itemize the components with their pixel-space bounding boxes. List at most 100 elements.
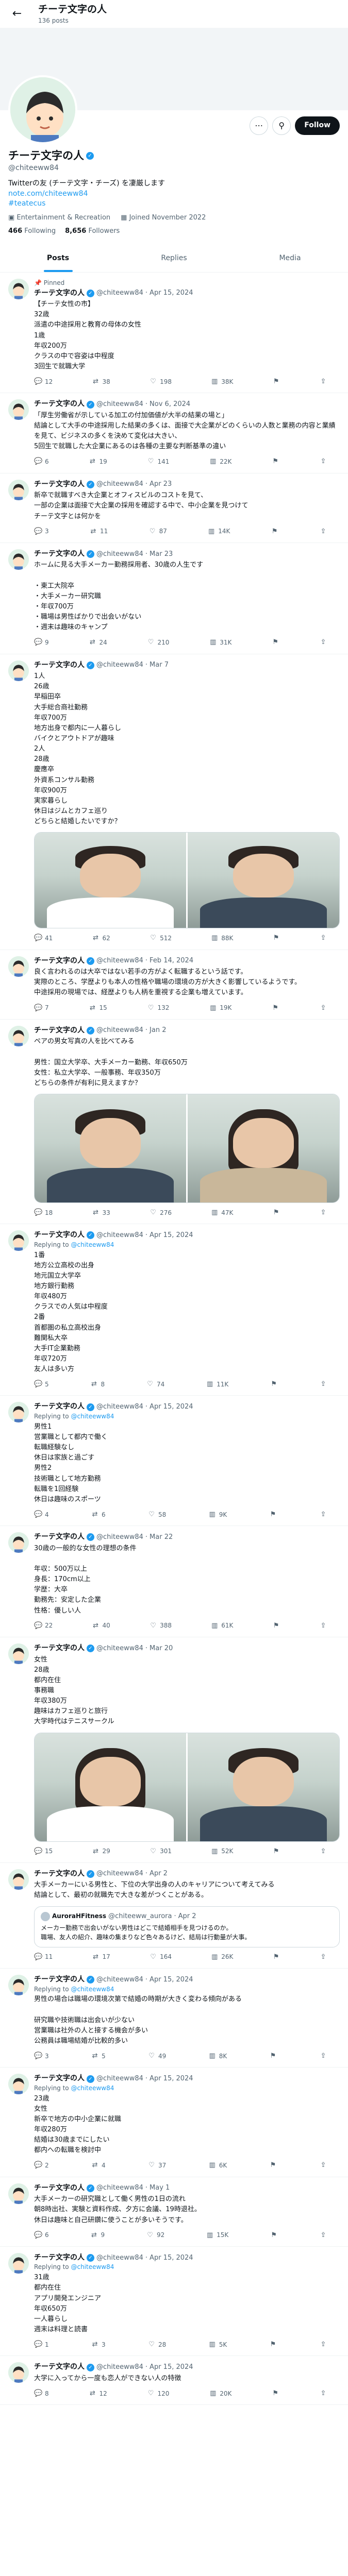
like-button[interactable]: ♡ 49: [147, 2052, 166, 2061]
tweet[interactable]: チーテ文字の人 ✓ @chiteeww84 · Apr 15, 2024 Replying…: [0, 2247, 348, 2357]
tweet-avatar[interactable]: [8, 2362, 29, 2383]
tweet-author-handle[interactable]: @chiteeww84: [96, 1231, 143, 1240]
share-button[interactable]: ⇪: [319, 934, 327, 943]
repost-button[interactable]: ⇄ 17: [92, 1953, 110, 1962]
tweet-author-handle[interactable]: @chiteeww84: [96, 480, 143, 489]
tweet-date[interactable]: Apr 15, 2024: [150, 2253, 193, 2263]
tweet-avatar[interactable]: [8, 1643, 29, 1664]
tweet-avatar[interactable]: [8, 2183, 29, 2204]
tweet-media[interactable]: [34, 1094, 340, 1203]
tweet-author-name[interactable]: チーテ文字の人: [34, 1532, 85, 1543]
bookmark-button[interactable]: ⚑: [271, 457, 279, 466]
share-button[interactable]: ⇪: [319, 1953, 327, 1962]
repost-button[interactable]: ⇄ 19: [88, 457, 107, 466]
share-button[interactable]: ⇪: [319, 1380, 327, 1389]
like-button[interactable]: ♡ 164: [149, 1953, 172, 1962]
tweet-avatar[interactable]: [8, 278, 29, 299]
photo[interactable]: [35, 1094, 186, 1202]
tweet[interactable]: チーテ文字の人 ✓ @chiteeww84 · Apr 15, 2024 Replying…: [0, 1396, 348, 1527]
like-button[interactable]: ♡ 37: [147, 2161, 166, 2170]
reply-button[interactable]: 💬 22: [34, 1621, 53, 1631]
views-button[interactable]: ▥ 19K: [209, 1004, 231, 1013]
reply-button[interactable]: 💬 4: [34, 1510, 49, 1519]
tweet-date[interactable]: Apr 15, 2024: [150, 2363, 193, 2372]
reply-button[interactable]: 💬 1: [34, 2340, 49, 2349]
tweet-date[interactable]: Mar 22: [150, 1533, 173, 1542]
share-button[interactable]: ⇪: [319, 2389, 327, 2398]
tweet-date[interactable]: Mar 23: [150, 550, 173, 559]
like-button[interactable]: ♡ 210: [147, 638, 170, 647]
tweet-author-name[interactable]: チーテ文字の人: [34, 399, 85, 410]
tweet-author-name[interactable]: チーテ文字の人: [34, 1975, 85, 1985]
repost-button[interactable]: ⇄ 33: [92, 1208, 110, 1217]
tweet-date[interactable]: Apr 15, 2024: [150, 1402, 193, 1412]
replying-handle[interactable]: @chiteeww84: [71, 2084, 114, 2092]
repost-button[interactable]: ⇄ 8: [90, 1380, 105, 1389]
reply-button[interactable]: 💬 2: [34, 2161, 49, 2170]
like-button[interactable]: ♡ 87: [148, 527, 167, 536]
repost-button[interactable]: ⇄ 9: [90, 2231, 105, 2240]
tweet-date[interactable]: Apr 23: [150, 480, 172, 489]
tweet-author-handle[interactable]: @chiteeww84: [96, 1533, 143, 1542]
repost-button[interactable]: ⇄ 4: [91, 2161, 106, 2170]
share-button[interactable]: ⇪: [319, 2340, 327, 2349]
bookmark-button[interactable]: ⚑: [272, 934, 280, 943]
tweet-author-name[interactable]: チーテ文字の人: [34, 1026, 85, 1036]
repost-button[interactable]: ⇄ 5: [91, 2052, 106, 2061]
share-button[interactable]: ⇪: [319, 2052, 327, 2061]
tweet-author-name[interactable]: チーテ文字の人: [34, 1643, 85, 1654]
bookmark-button[interactable]: ⚑: [272, 1621, 280, 1631]
tweet-media[interactable]: [34, 832, 340, 929]
views-button[interactable]: ▥ 14K: [207, 527, 230, 536]
share-button[interactable]: ⇪: [319, 527, 327, 536]
tweet-author-handle[interactable]: @chiteeww84: [96, 2253, 143, 2263]
tweet-avatar[interactable]: [8, 1869, 29, 1890]
tweet[interactable]: チーテ文字の人 ✓ @chiteeww84 · Mar 20 女性 28歳 都内在住 事務…: [0, 1637, 348, 1863]
bookmark-button[interactable]: ⚑: [269, 2340, 277, 2349]
tweet-avatar[interactable]: [8, 1402, 29, 1423]
tweet-avatar[interactable]: [8, 660, 29, 681]
tweet-author-name[interactable]: チーテ文字の人: [34, 289, 85, 299]
like-button[interactable]: ♡ 141: [147, 457, 170, 466]
reply-button[interactable]: 💬 41: [34, 934, 53, 943]
tweet-author-name[interactable]: チーテ文字の人: [34, 2074, 85, 2084]
tweet-author-name[interactable]: チーテ文字の人: [34, 956, 85, 967]
tweet-author-handle[interactable]: @chiteeww84: [96, 1026, 143, 1035]
tweet-date[interactable]: Apr 15, 2024: [150, 1975, 193, 1985]
reply-button[interactable]: 💬 3: [34, 527, 49, 536]
bookmark-button[interactable]: ⚑: [269, 1510, 277, 1519]
tweet[interactable]: チーテ文字の人 ✓ @chiteeww84 · Apr 15, 2024 大学に入ってから…: [0, 2356, 348, 2405]
share-button[interactable]: ⇪: [319, 2231, 327, 2240]
tab-media[interactable]: Media: [232, 245, 348, 272]
views-button[interactable]: ▥ 22K: [209, 457, 231, 466]
replying-handle[interactable]: @chiteeww84: [71, 1986, 114, 1993]
tweet[interactable]: チーテ文字の人 ✓ @chiteeww84 · Mar 7 1人 26歳 早稲田卒 大手総…: [0, 654, 348, 950]
bookmark-button[interactable]: ⚑: [270, 2231, 278, 2240]
like-button[interactable]: ♡ 58: [147, 1510, 166, 1519]
tweet-author-name[interactable]: チーテ文字の人: [34, 1869, 85, 1879]
views-button[interactable]: ▥ 9K: [208, 1510, 227, 1519]
bookmark-button[interactable]: ⚑: [269, 2161, 277, 2170]
tweet-date[interactable]: Feb 14, 2024: [150, 956, 193, 965]
like-button[interactable]: ♡ 92: [146, 2231, 164, 2240]
bookmark-button[interactable]: ⚑: [271, 527, 279, 536]
like-button[interactable]: ♡ 512: [149, 934, 172, 943]
tweet-avatar[interactable]: [8, 1974, 29, 1995]
reply-button[interactable]: 💬 15: [34, 1847, 53, 1856]
photo[interactable]: [35, 1733, 186, 1841]
back-arrow-icon[interactable]: ←: [8, 5, 26, 23]
tweet-date[interactable]: Jan 2: [150, 1026, 166, 1035]
replying-handle[interactable]: @chiteeww84: [71, 1241, 114, 1248]
tweet-author-name[interactable]: チーテ文字の人: [34, 1402, 85, 1412]
repost-button[interactable]: ⇄ 29: [92, 1847, 110, 1856]
views-button[interactable]: ▥ 88K: [210, 934, 233, 943]
tweet-author-name[interactable]: チーテ文字の人: [34, 2183, 85, 2194]
tweet[interactable]: チーテ文字の人 ✓ @chiteeww84 · Jan 2 ペアの男女写真の人を比べてみる…: [0, 1020, 348, 1225]
like-button[interactable]: ♡ 301: [149, 1847, 172, 1856]
bookmark-button[interactable]: ⚑: [272, 1953, 280, 1962]
views-button[interactable]: ▥ 52K: [210, 1847, 233, 1856]
like-button[interactable]: ♡ 74: [146, 1380, 164, 1389]
share-button[interactable]: ⇪: [319, 1208, 327, 1217]
like-button[interactable]: ♡ 28: [147, 2340, 166, 2349]
like-button[interactable]: ♡ 276: [149, 1208, 172, 1217]
